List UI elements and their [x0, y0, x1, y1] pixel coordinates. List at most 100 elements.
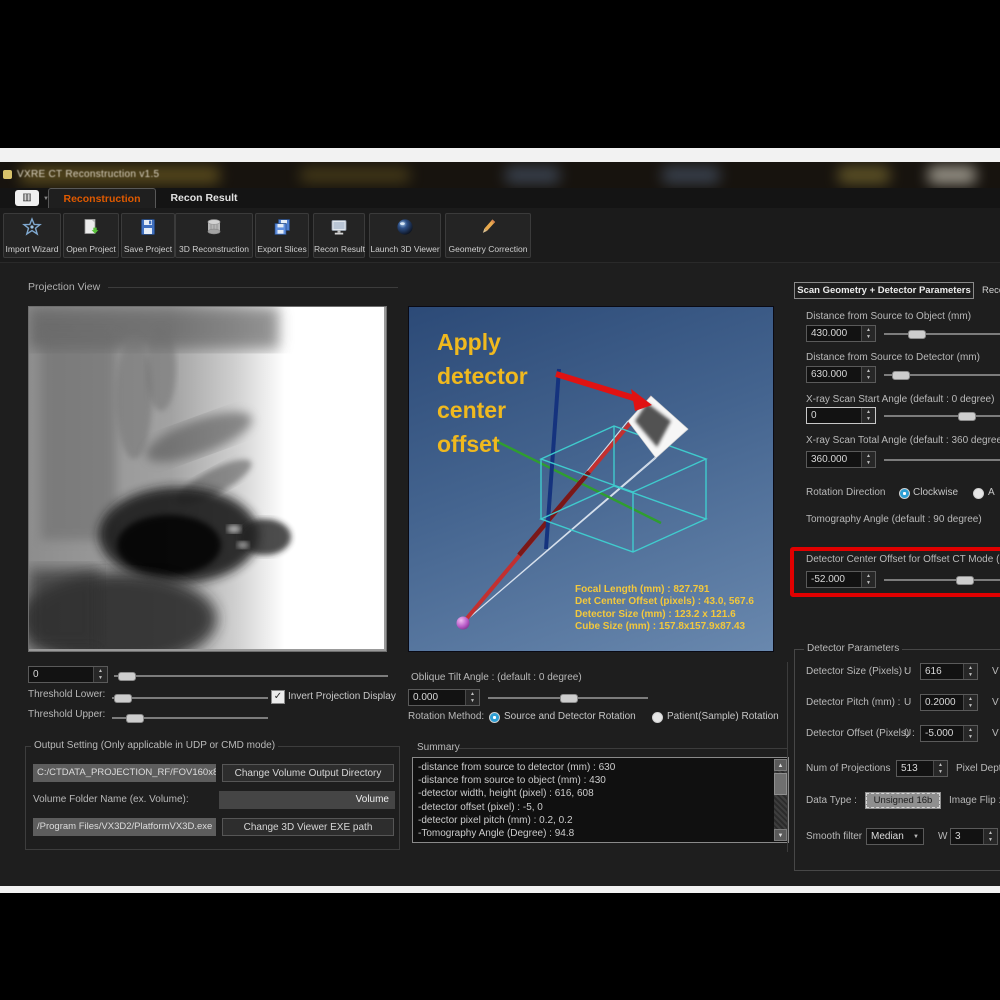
tab-recon-result[interactable]: Recon Result [160, 188, 248, 208]
scan-start-angle-label: X-ray Scan Start Angle (default : 0 degr… [806, 394, 994, 405]
volume-folder-name-field[interactable]: Volume [219, 791, 395, 809]
chevron-down-icon: ▼ [913, 834, 919, 840]
panel-divider [787, 662, 788, 852]
detector-offset-u-spinner[interactable]: -5.000 ▲▼ [920, 725, 978, 742]
detector-center-offset-spinner[interactable]: -52.000 ▲▼ [806, 571, 876, 588]
rotation-method-patient-radio[interactable] [652, 712, 663, 723]
spinner-arrows-icon[interactable]: ▲▼ [861, 452, 875, 467]
frame-index-spinner[interactable]: 0 ▲▼ [28, 666, 108, 683]
num-projections-spinner[interactable]: 513 ▲▼ [896, 760, 948, 777]
tab-scan-geometry[interactable]: Scan Geometry + Detector Parameters [794, 282, 974, 299]
detector-offset-label: Detector Offset (Pixels) : [806, 728, 915, 739]
scan-total-angle-spinner[interactable]: 360.000 ▲▼ [806, 451, 876, 468]
summary-scrollbar[interactable]: ▲ ▼ [774, 759, 787, 841]
frame-index-slider[interactable] [114, 675, 388, 677]
launch-3d-viewer-button[interactable]: Launch 3D Viewer [369, 213, 441, 258]
open-project-button[interactable]: Open Project [63, 213, 119, 258]
scan-total-angle-slider[interactable] [884, 459, 1000, 461]
w-spinner[interactable]: 3 ▲▼ [950, 828, 998, 845]
axis-u-label: U [904, 666, 911, 677]
group-divider [459, 748, 788, 749]
threshold-upper-label: Threshold Upper: [28, 709, 105, 720]
slider-thumb[interactable] [118, 672, 136, 681]
spinner-arrows-icon[interactable]: ▲▼ [465, 690, 479, 705]
scrollbar-thumb[interactable] [774, 773, 787, 795]
detector-pitch-label: Detector Pitch (mm) : [806, 697, 900, 708]
recon-result-button[interactable]: Recon Result [313, 213, 365, 258]
xray-image [29, 307, 384, 649]
spinner-arrows-icon[interactable]: ▲▼ [861, 326, 875, 341]
slider-thumb[interactable] [114, 694, 132, 703]
info-line: Focal Length (mm) : 827.791 [575, 584, 754, 596]
slider-thumb[interactable] [126, 714, 144, 723]
source-to-object-slider[interactable] [884, 333, 1000, 335]
summary-listbox[interactable]: -distance from source to detector (mm) :… [412, 757, 789, 843]
image-flip-label: Image Flip : N [949, 795, 1000, 806]
axis-u-label: U [904, 728, 911, 739]
invert-projection-checkbox[interactable]: ✓ [271, 690, 285, 704]
geometry-correction-button[interactable]: Geometry Correction [445, 213, 531, 258]
source-to-object-spinner[interactable]: 430.000 ▲▼ [806, 325, 876, 342]
rotation-clockwise-radio[interactable] [899, 488, 910, 499]
spinner-arrows-icon[interactable]: ▲▼ [93, 667, 107, 682]
spinner-arrows-icon[interactable]: ▲▼ [963, 664, 977, 679]
threshold-upper-slider[interactable] [112, 717, 268, 719]
detector-center-offset-slider[interactable] [884, 579, 1000, 581]
slider-thumb[interactable] [892, 371, 910, 380]
projection-xray-view[interactable] [28, 306, 387, 652]
titlebar-blur-blob [300, 167, 410, 183]
group-divider [108, 287, 398, 288]
projection-view-group-label: Projection View [28, 281, 100, 293]
oblique-tilt-label: Oblique Tilt Angle : (default : 0 degree… [411, 672, 582, 683]
scan-start-angle-slider[interactable] [884, 415, 1000, 417]
slider-thumb[interactable] [908, 330, 926, 339]
spinner-arrows-icon[interactable]: ▲▼ [933, 761, 947, 776]
num-projections-label: Num of Projections [806, 763, 890, 774]
detector-size-u-spinner[interactable]: 616 ▲▼ [920, 663, 978, 680]
axis-v-label: V [992, 666, 999, 677]
geometry-3d-view[interactable]: Apply detector center offset Focal Lengt… [408, 306, 774, 652]
w-label: W [938, 831, 947, 842]
data-type-value[interactable]: Unsigned 16b [865, 792, 941, 809]
report-icon-button[interactable]: ▥ [15, 190, 39, 206]
scan-total-angle-label: X-ray Scan Total Angle (default : 360 de… [806, 435, 1000, 446]
spinner-arrows-icon[interactable]: ▲▼ [861, 367, 875, 382]
axis-u-label: U [904, 697, 911, 708]
scroll-down-icon[interactable]: ▼ [774, 829, 787, 841]
slider-thumb[interactable] [956, 576, 974, 585]
summary-lines: -distance from source to detector (mm) :… [418, 761, 772, 840]
source-to-detector-spinner[interactable]: 630.000 ▲▼ [806, 366, 876, 383]
rotation-anticlockwise-radio[interactable] [973, 488, 984, 499]
summary-line: -detector offset (pixel) : -5, 0 [418, 801, 772, 814]
window-titlebar[interactable]: VXRE CT Reconstruction v1.5 [0, 162, 1000, 188]
spinner-arrows-icon[interactable]: ▲▼ [963, 726, 977, 741]
smooth-filter-dropdown[interactable]: Median▼ [866, 828, 924, 845]
save-project-button[interactable]: Save Project [121, 213, 175, 258]
oblique-tilt-spinner[interactable]: 0.000 ▲▼ [408, 689, 480, 706]
export-slices-button[interactable]: Export Slices [255, 213, 309, 258]
detector-pitch-u-spinner[interactable]: 0.2000 ▲▼ [920, 694, 978, 711]
detector-size-label: Detector Size (Pixels) : [806, 666, 908, 677]
volume-output-directory-field[interactable]: C:/CTDATA_PROJECTION_RF/FOV160x80 [33, 764, 216, 782]
change-volume-output-directory-button[interactable]: Change Volume Output Directory [222, 764, 394, 782]
spinner-arrows-icon[interactable]: ▲▼ [861, 572, 875, 587]
slider-thumb[interactable] [560, 694, 578, 703]
spinner-arrows-icon[interactable]: ▲▼ [861, 408, 875, 423]
viewer-exe-path-field[interactable]: /Program Files/VX3D2/PlatformVX3D.exe [33, 818, 216, 836]
tab-reconstruction[interactable]: Reconstruction [48, 188, 156, 208]
detector-center-offset-label: Detector Center Offset for Offset CT Mod… [806, 554, 1000, 565]
3d-reconstruction-button[interactable]: 3D Reconstruction [175, 213, 253, 258]
tab-recon-more[interactable]: Recon [982, 285, 1000, 296]
slider-thumb[interactable] [958, 412, 976, 421]
source-to-detector-slider[interactable] [884, 374, 1000, 376]
oblique-tilt-slider[interactable] [488, 697, 648, 699]
change-3d-viewer-exe-button[interactable]: Change 3D Viewer EXE path [222, 818, 394, 836]
scan-start-angle-spinner[interactable]: 0 ▲▼ [806, 407, 876, 424]
import-wizard-button[interactable]: Import Wizard [3, 213, 61, 258]
threshold-lower-slider[interactable] [112, 697, 268, 699]
scroll-up-icon[interactable]: ▲ [774, 759, 787, 771]
rotation-method-source-label: Source and Detector Rotation [504, 711, 636, 722]
spinner-arrows-icon[interactable]: ▲▼ [963, 695, 977, 710]
spinner-arrows-icon[interactable]: ▲▼ [983, 829, 997, 844]
rotation-method-source-radio[interactable] [489, 712, 500, 723]
